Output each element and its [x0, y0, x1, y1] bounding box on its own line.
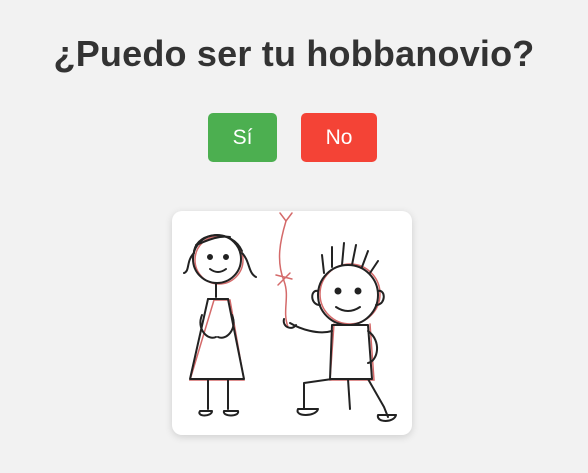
- couple-proposal-illustration: [183, 212, 397, 422]
- proposal-image-card: [172, 211, 412, 435]
- page-title: ¿Puedo ser tu hobbanovio?: [53, 33, 535, 74]
- yes-button[interactable]: Sí: [208, 113, 277, 162]
- no-button[interactable]: No: [301, 113, 377, 162]
